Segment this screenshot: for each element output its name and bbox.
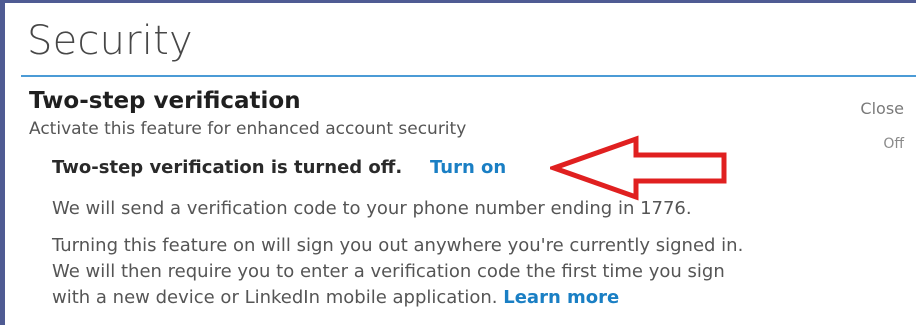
- red-arrow-left-icon: [550, 135, 727, 201]
- page-title: Security: [27, 18, 193, 64]
- security-panel: Security Two-step verification Activate …: [0, 0, 916, 325]
- signout-info-line-3: with a new device or LinkedIn mobile app…: [52, 285, 743, 311]
- title-divider: [21, 75, 916, 77]
- section-subtitle: Activate this feature for enhanced accou…: [29, 119, 467, 139]
- signout-info-line-2: We will then require you to enter a veri…: [52, 261, 725, 282]
- section-heading: Two-step verification: [29, 88, 301, 114]
- verification-status-text: Two-step verification is turned off.: [52, 157, 403, 178]
- signout-info-line-1: Turning this feature on will sign you ou…: [52, 235, 744, 256]
- turn-on-link[interactable]: Turn on: [430, 157, 506, 178]
- signout-info-text: Turning this feature on will sign you ou…: [52, 233, 743, 311]
- status-badge: Off: [883, 136, 904, 152]
- verification-status-row: Two-step verification is turned off. Tur…: [52, 156, 506, 180]
- learn-more-link[interactable]: Learn more: [503, 287, 619, 308]
- phone-info-text: We will send a verification code to your…: [52, 198, 692, 219]
- signout-info-line-3-text: with a new device or LinkedIn mobile app…: [52, 287, 498, 308]
- close-button[interactable]: Close: [860, 99, 904, 118]
